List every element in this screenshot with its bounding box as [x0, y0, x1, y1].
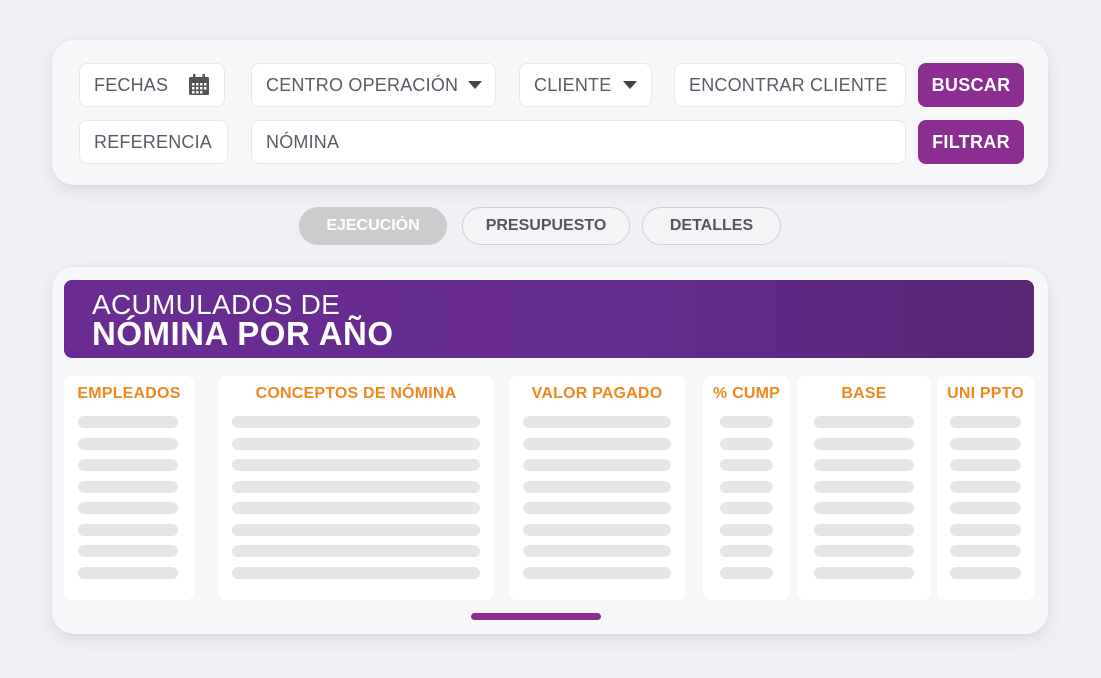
- placeholder-cell: [232, 480, 480, 493]
- col-uni-ppto: UNI PPTO: [937, 376, 1034, 600]
- placeholder-cell: [78, 459, 178, 471]
- placeholder-cell: [523, 459, 671, 471]
- placeholder-cell: [720, 566, 773, 579]
- placeholder-cell: [232, 566, 480, 579]
- placeholder-cell: [814, 480, 914, 493]
- column-header[interactable]: BASE: [797, 385, 931, 403]
- nomina-placeholder: NÓMINA: [266, 131, 340, 152]
- placeholder-cell: [950, 459, 1021, 471]
- cliente-select[interactable]: CLIENTE: [519, 63, 652, 107]
- placeholder-cell: [523, 416, 671, 428]
- placeholder-cell: [720, 502, 773, 514]
- placeholder-cell: [814, 437, 914, 450]
- placeholder-cell: [78, 502, 178, 514]
- placeholder-cell: [814, 545, 914, 557]
- column-header[interactable]: UNI PPTO: [937, 385, 1034, 403]
- referencia-label: REFERENCIA: [94, 131, 213, 152]
- placeholder-cell: [950, 480, 1021, 493]
- placeholder-cell: [78, 437, 178, 450]
- placeholder-cell: [78, 416, 178, 428]
- column-header[interactable]: EMPLEADOS: [64, 385, 194, 403]
- calendar-icon: [189, 74, 209, 95]
- placeholder-cell: [814, 416, 914, 428]
- placeholder-cell: [720, 523, 773, 536]
- placeholder-cell: [523, 545, 671, 557]
- cliente-label: CLIENTE: [534, 74, 612, 95]
- banner-title: NÓMINA POR AÑO: [92, 315, 394, 352]
- nomina-input[interactable]: NÓMINA: [251, 120, 906, 164]
- placeholder-cell: [523, 523, 671, 536]
- tab-detalles[interactable]: DETALLES: [642, 207, 781, 245]
- placeholder-cell: [720, 459, 773, 471]
- placeholder-cell: [232, 416, 480, 428]
- tab-ejecucion[interactable]: EJECUCIÓN: [299, 207, 447, 245]
- placeholder-cell: [523, 566, 671, 579]
- column-header[interactable]: CONCEPTOS DE NÓMINA: [218, 385, 494, 403]
- placeholder-cell: [78, 523, 178, 536]
- placeholder-cell: [720, 416, 773, 428]
- placeholder-cell: [814, 523, 914, 536]
- placeholder-cell: [232, 502, 480, 514]
- buscar-button[interactable]: BUSCAR: [918, 63, 1024, 107]
- placeholder-cell: [950, 437, 1021, 450]
- table-panel: ACUMULADOS DE NÓMINA POR AÑO EMPLEADOS CO…: [52, 267, 1048, 634]
- placeholder-cell: [814, 502, 914, 514]
- placeholder-cell: [232, 523, 480, 536]
- col-cump: % CUMP: [703, 376, 790, 600]
- placeholder-cell: [78, 480, 178, 493]
- filtrar-button[interactable]: FILTRAR: [918, 120, 1024, 164]
- placeholder-cell: [232, 459, 480, 471]
- report-banner: ACUMULADOS DE NÓMINA POR AÑO: [64, 280, 1034, 358]
- column-header[interactable]: VALOR PAGADO: [509, 385, 685, 403]
- placeholder-cell: [950, 545, 1021, 557]
- encontrar-cliente-placeholder: ENCONTRAR CLIENTE: [689, 74, 888, 95]
- placeholder-cell: [950, 523, 1021, 536]
- placeholder-cell: [78, 566, 178, 579]
- placeholder-cell: [232, 437, 480, 450]
- encontrar-cliente-input[interactable]: ENCONTRAR CLIENTE: [674, 63, 906, 107]
- placeholder-cell: [523, 502, 671, 514]
- placeholder-cell: [814, 459, 914, 471]
- col-empleados: EMPLEADOS: [64, 376, 194, 600]
- horizontal-scrollbar[interactable]: [471, 613, 601, 620]
- fechas-label: FECHAS: [94, 74, 169, 95]
- chevron-down-icon: [468, 81, 483, 89]
- tab-presupuesto[interactable]: PRESUPUESTO: [462, 207, 630, 245]
- col-base: BASE: [797, 376, 931, 600]
- placeholder-cell: [720, 480, 773, 493]
- referencia-input[interactable]: REFERENCIA: [79, 120, 228, 164]
- fechas-date-picker[interactable]: FECHAS: [79, 63, 225, 107]
- centro-operacion-label: CENTRO OPERACIÓN: [266, 74, 459, 95]
- placeholder-cell: [950, 416, 1021, 428]
- centro-operacion-select[interactable]: CENTRO OPERACIÓN: [251, 63, 496, 107]
- col-conceptos-de-nomina: CONCEPTOS DE NÓMINA: [218, 376, 494, 600]
- placeholder-cell: [720, 545, 773, 557]
- chevron-down-icon: [623, 81, 637, 89]
- placeholder-cell: [814, 566, 914, 579]
- placeholder-cell: [950, 502, 1021, 514]
- placeholder-cell: [950, 566, 1021, 579]
- placeholder-cell: [523, 437, 671, 450]
- placeholder-cell: [523, 480, 671, 493]
- placeholder-cell: [232, 545, 480, 557]
- col-valor-pagado: VALOR PAGADO: [509, 376, 685, 600]
- placeholder-cell: [78, 545, 178, 557]
- placeholder-cell: [720, 437, 773, 450]
- filter-panel: FECHAS CENTRO OPERACIÓN CLIENTE ENCONTRA…: [52, 40, 1048, 185]
- column-header[interactable]: % CUMP: [703, 385, 790, 403]
